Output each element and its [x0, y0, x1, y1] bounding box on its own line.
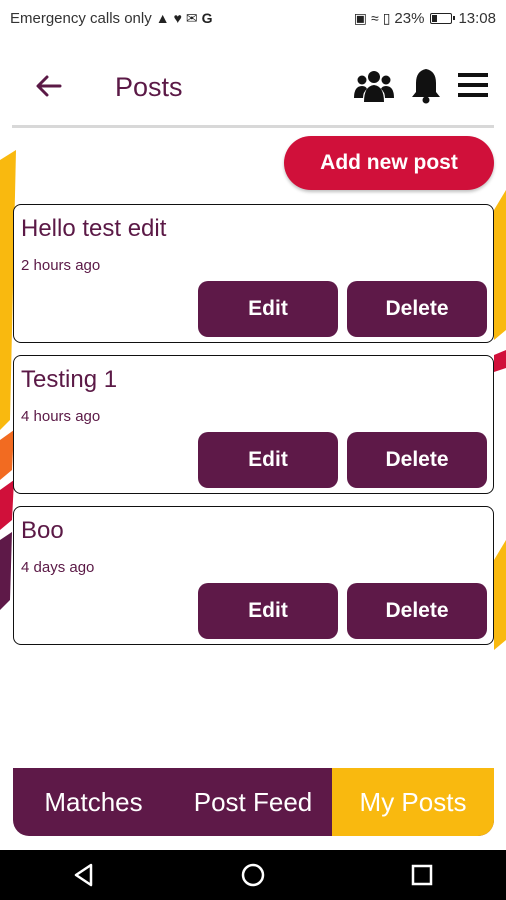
navigation-icon: ▲: [155, 10, 170, 26]
edit-post-button[interactable]: Edit: [198, 432, 338, 488]
google-icon: G: [201, 10, 213, 26]
back-arrow-icon[interactable]: [34, 71, 64, 101]
back-triangle-icon[interactable]: [69, 860, 99, 890]
battery-percent: 23%: [394, 9, 425, 27]
post-card: Testing 1 4 hours ago Edit Delete: [13, 355, 494, 494]
tab-post-feed[interactable]: Post Feed: [174, 768, 332, 836]
delete-post-button[interactable]: Delete: [347, 432, 487, 488]
recents-square-icon[interactable]: [407, 860, 437, 890]
add-new-post-button[interactable]: Add new post: [284, 136, 494, 190]
post-card: Boo 4 days ago Edit Delete: [13, 506, 494, 645]
edit-post-button[interactable]: Edit: [198, 281, 338, 337]
heart-icon: ♥: [173, 10, 182, 26]
post-title: Boo: [21, 517, 64, 544]
post-timestamp: 2 hours ago: [21, 257, 101, 274]
tab-my-posts[interactable]: My Posts: [332, 768, 494, 836]
sim-icon: ▯: [382, 9, 391, 26]
status-bar: Emergency calls only ▲ ♥ ✉ G ▣ ≈ ▯ 23% 1…: [0, 0, 506, 36]
delete-post-button[interactable]: Delete: [347, 583, 487, 639]
menu-icon[interactable]: [458, 72, 488, 98]
nfc-icon: ▣: [353, 9, 368, 26]
home-circle-icon[interactable]: [238, 860, 268, 890]
system-nav-bar: [0, 850, 506, 900]
mail-icon: ✉: [185, 9, 198, 26]
header-divider: [12, 125, 494, 128]
wifi-icon: ≈: [371, 10, 379, 26]
status-text: Emergency calls only: [10, 9, 152, 27]
tab-matches[interactable]: Matches: [13, 768, 174, 836]
app-bar: Posts: [0, 36, 506, 126]
post-timestamp: 4 days ago: [21, 559, 95, 576]
delete-post-button[interactable]: Delete: [347, 281, 487, 337]
post-timestamp: 4 hours ago: [21, 408, 101, 425]
edit-post-button[interactable]: Edit: [198, 583, 338, 639]
battery-icon: [430, 12, 456, 24]
post-card: Hello test edit 2 hours ago Edit Delete: [13, 204, 494, 343]
post-title: Hello test edit: [21, 215, 167, 242]
post-title: Testing 1: [21, 366, 118, 393]
page-title: Posts: [115, 72, 183, 102]
clock: 13:08: [458, 9, 496, 27]
bottom-tab-bar: Matches Post Feed My Posts: [13, 768, 494, 836]
people-icon[interactable]: [354, 68, 394, 104]
bell-icon[interactable]: [410, 66, 442, 104]
